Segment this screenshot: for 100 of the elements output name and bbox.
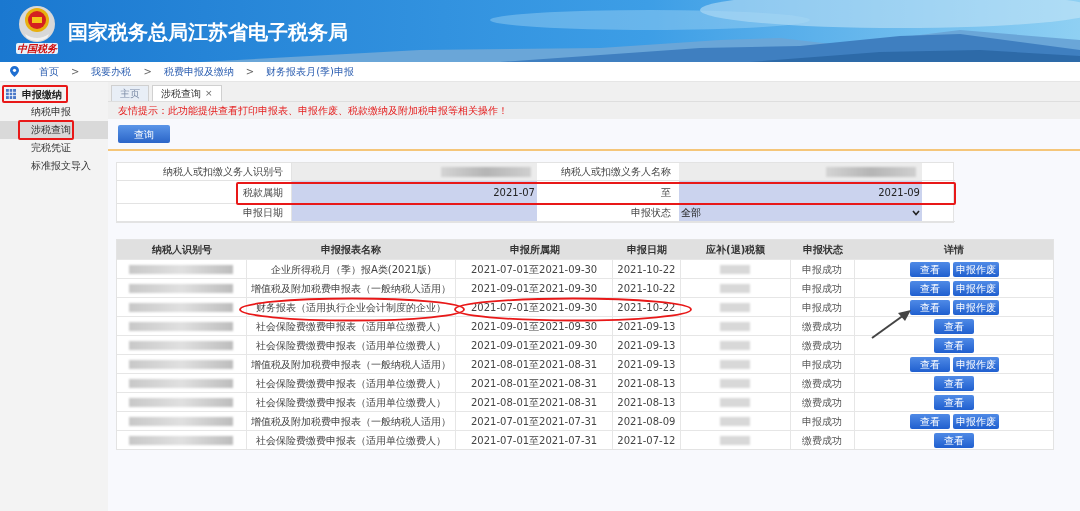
tab[interactable]: 主页 [111,85,149,101]
grid-icon [6,89,16,99]
view-button[interactable]: 查看 [909,356,950,372]
field-label: 申报日期 [243,206,283,220]
breadcrumb-link[interactable]: 我要办税 [91,64,132,79]
breadcrumb-link[interactable]: 财务报表月(季)申报 [266,64,354,79]
close-icon[interactable]: × [205,86,213,101]
void-button[interactable]: 申报作废 [952,280,999,296]
view-button[interactable]: 查看 [909,413,950,429]
chevron-down-icon [912,209,920,216]
table-cell: 2021-08-01至2021-08-31 [471,396,598,408]
column-header: 详情 [944,243,965,257]
table-cell: 增值税及附加税费申报表（一般纳税人适用） [251,415,451,427]
table-cell: 2021-09-13 [617,320,676,332]
annotation-box [18,120,74,140]
table-cell: 2021-07-01至2021-09-30 [471,263,598,275]
view-button[interactable]: 查看 [909,299,950,315]
tab[interactable]: 涉税查询 × [152,85,222,101]
column-header: 应补(退)税额 [706,243,766,257]
table-cell: 2021-08-01至2021-08-31 [471,377,598,389]
table-cell: 2021-09-01至2021-09-30 [471,320,598,332]
table-cell: 2021-07-01至2021-07-31 [471,415,598,427]
void-button[interactable]: 申报作废 [952,413,999,429]
emblem-icon [17,4,57,44]
table-cell: 2021-09-13 [617,339,676,351]
table-cell: 财务报表（适用执行企业会计制度的企业） [256,301,446,313]
table-cell: 增值税及附加税费申报表（一般纳税人适用） [251,358,451,370]
annotation-box [2,85,68,103]
redacted-value [720,264,751,274]
field-label: 至 [661,185,671,200]
table-cell: 2021-09-13 [617,358,676,370]
query-button[interactable]: 查询 [118,125,170,143]
table-cell-text: 申报成功 [802,300,843,315]
view-button[interactable]: 查看 [934,337,975,353]
notice-text: 友情提示：此功能提供查看打印申报表、申报作废、税款缴纳及附加税申报等相关操作！ [118,104,508,118]
breadcrumb-link[interactable]: 首页 [39,64,59,79]
table-cell-text: 缴费成功 [802,338,843,353]
view-button[interactable]: 查看 [909,280,950,296]
breadcrumb-separator: > [245,65,255,79]
table-cell: 2021-07-01至2021-07-31 [471,434,598,446]
sidebar-item[interactable]: 标准报文导入 [0,157,108,175]
void-button[interactable]: 申报作废 [952,356,999,372]
redacted-value [720,302,751,312]
table-cell: 增值税及附加税费申报表（一般纳税人适用） [251,282,451,294]
column-header: 申报报表名称 [321,243,382,257]
view-button[interactable]: 查看 [909,261,950,277]
table-cell: 2021-09-01至2021-09-30 [471,339,598,351]
location-pin-icon [10,66,19,77]
table-cell: 2021-07-01至2021-09-30 [471,301,598,313]
redacted-value [720,378,751,388]
table-cell-text: 缴费成功 [802,376,843,391]
table-cell-text: 缴费成功 [802,433,843,448]
table-cell: 2021-09-01至2021-09-30 [471,282,598,294]
sidebar-item[interactable]: 纳税申报 [0,103,108,121]
table-cell: 社会保险费缴费申报表（适用单位缴费人） [256,320,446,332]
table-cell: 社会保险费缴费申报表（适用单位缴费人） [256,434,446,446]
void-button[interactable]: 申报作废 [952,299,999,315]
table-cell: 2021-08-13 [617,396,676,408]
table-cell-text: 申报成功 [802,357,843,372]
table-cell: 2021-08-09 [617,415,676,427]
void-button[interactable]: 申报作废 [952,261,999,277]
redacted-value [720,397,751,407]
view-button[interactable]: 查看 [934,375,975,391]
sidebar-item[interactable]: 涉税查询 [0,121,108,139]
table-cell: 企业所得税月（季）报A类(2021版) [270,263,432,275]
table-cell-text: 缴费成功 [802,395,843,410]
table-cell: 2021-07-12 [617,434,676,446]
redacted-value [720,283,751,293]
breadcrumb-separator: > [71,65,80,79]
field-label: 纳税人或扣缴义务人识别号 [163,165,283,179]
field-label: 申报状态 [631,206,671,220]
redacted-value [720,340,751,350]
breadcrumb-separator: > [143,65,152,79]
column-header: 申报日期 [626,243,667,257]
table-cell: 2021-10-22 [617,282,676,294]
view-button[interactable]: 查看 [934,318,975,334]
sidebar-item[interactable]: 完税凭证 [0,139,108,157]
table-cell-text: 申报成功 [802,414,843,429]
redacted-value [720,435,751,445]
site-title: 国家税务总局江苏省电子税务局 [68,19,348,45]
field-label: 税款属期 [243,185,283,200]
table-cell-text: 申报成功 [802,262,843,277]
view-button[interactable]: 查看 [934,394,975,410]
table-cell: 2021-08-01至2021-08-31 [471,358,598,370]
breadcrumb-link[interactable]: 税费申报及缴纳 [163,64,234,79]
emblem-caption: 中国税务 [16,43,58,54]
table-cell-text: 申报成功 [802,281,843,296]
sidebar-title[interactable]: 申报缴纳 [22,86,62,102]
annotation-arrow [871,310,911,339]
table-cell: 2021-08-13 [617,377,676,389]
field-label: 纳税人或扣缴义务人名称 [561,165,671,179]
table-cell: 社会保险费缴费申报表（适用单位缴费人） [256,339,446,351]
table-cell: 2021-10-22 [617,301,676,313]
column-header: 纳税人识别号 [151,243,212,257]
table-cell: 2021-10-22 [617,263,676,275]
view-button[interactable]: 查看 [934,432,975,448]
redacted-value [720,321,751,331]
table-cell: 社会保险费缴费申报表（适用单位缴费人） [256,396,446,408]
table-cell: 社会保险费缴费申报表（适用单位缴费人） [256,377,446,389]
redacted-value [720,359,751,369]
